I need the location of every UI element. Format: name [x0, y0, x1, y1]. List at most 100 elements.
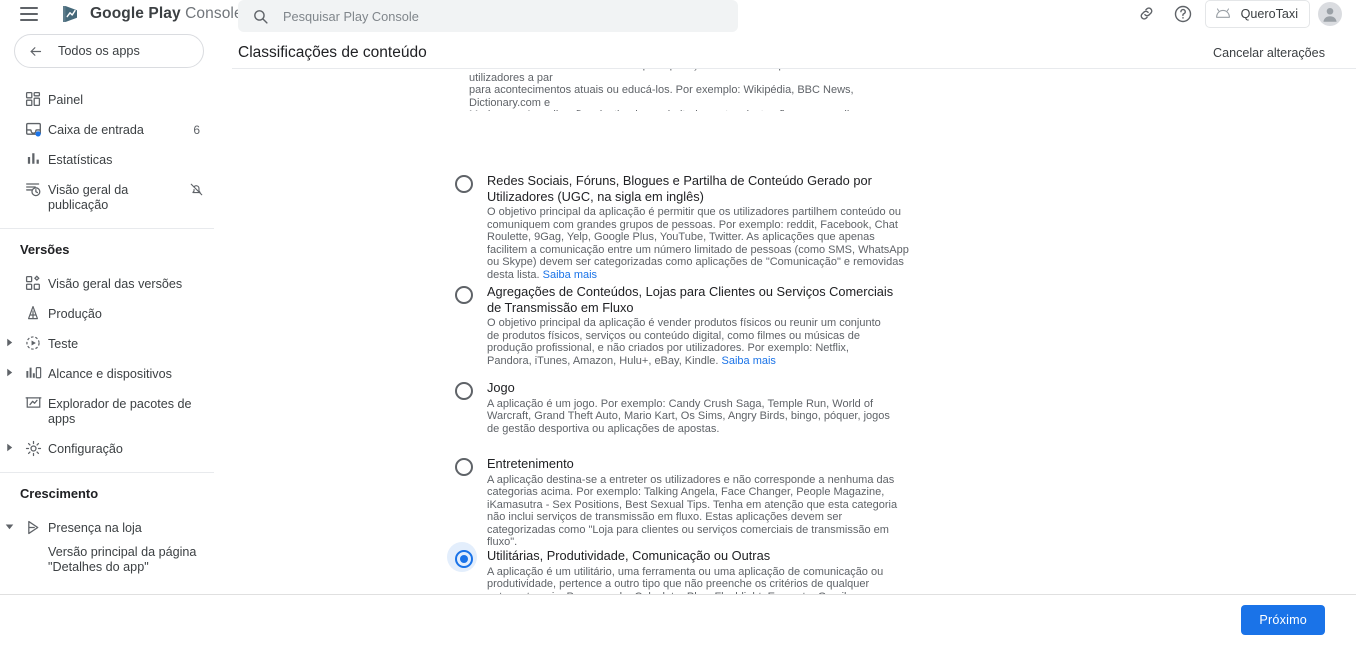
caret-placeholder — [0, 146, 18, 154]
caret-placeholder — [0, 86, 18, 94]
option-description: O objetivo principal da aplicação é vend… — [487, 317, 895, 367]
link-icon[interactable] — [1129, 0, 1165, 28]
sidebar-label: Alcance e dispositivos — [48, 367, 172, 381]
option-description: A aplicação é um utilitário, uma ferrame… — [487, 566, 895, 595]
no-bell-icon[interactable] — [189, 176, 204, 197]
sidebar-section-versoes: Versões — [20, 242, 70, 257]
brand-light: Console — [185, 4, 243, 22]
caret-placeholder — [0, 390, 18, 398]
option-title: Agregações de Conteúdos, Lojas para Clie… — [487, 284, 894, 315]
sidebar-item-teste[interactable]: Teste — [0, 326, 214, 356]
option-description: A aplicação é um jogo. Por exemplo: Cand… — [487, 397, 890, 435]
sidebar-item-configuracao[interactable]: Configuração — [0, 431, 214, 461]
option-description-text: A aplicação é um utilitário, uma ferrame… — [487, 565, 884, 595]
sidebar-subitem-versao-principal-detalhes-do-app[interactable]: Versão principal da página "Detalhes do … — [0, 540, 214, 575]
sidebar-label: Presença na loja — [48, 521, 142, 535]
cancel-changes-button[interactable]: Cancelar alterações — [1213, 46, 1325, 60]
sidebar-item-presenca-na-loja[interactable]: Presença na loja — [0, 510, 214, 540]
bar-chart-icon — [18, 146, 48, 166]
option-description-text: O objetivo principal da aplicação é vend… — [487, 317, 881, 367]
top-app-bar: Google Play Console Pesquisar Play Conso… — [0, 0, 1356, 32]
sidebar-item-estatisticas[interactable]: Estatísticas — [0, 142, 214, 172]
dashboard-icon — [18, 86, 48, 107]
content-scroll-area[interactable]: a atualidade ou a educar. Por exemplo: a… — [214, 69, 1356, 594]
testing-icon — [18, 330, 48, 351]
radio-option-utilities[interactable]: Utilitárias, Produtividade, Comunicação … — [447, 542, 895, 595]
clipped-ghost-line: a atualidade ou a educar. Por exemplo: a… — [469, 69, 851, 84]
sidebar-label: Configuração — [48, 442, 123, 456]
app-bundle-explorer-icon — [18, 390, 48, 410]
setup-gear-icon — [18, 435, 48, 457]
caret-placeholder — [0, 176, 18, 184]
brand-text: Google Play Console — [90, 5, 243, 23]
option-title: Utilitárias, Produtividade, Comunicação … — [487, 548, 771, 563]
arrow-left-icon — [27, 44, 44, 59]
radio-entertainment[interactable] — [455, 458, 473, 476]
option-description: O objetivo principal da aplicação é perm… — [487, 206, 910, 282]
android-robot-icon — [1214, 7, 1232, 20]
clipped-line-1: para acontecimentos atuais ou educá-los.… — [469, 84, 854, 109]
caret-placeholder — [0, 116, 18, 124]
chevron-down-icon[interactable] — [0, 514, 18, 531]
play-console-window: Google Play Console Pesquisar Play Conso… — [0, 0, 1356, 645]
sidebar-label: Painel — [48, 93, 84, 107]
brand-bold: Google Play — [90, 4, 181, 22]
bottom-action-bar: Próximo — [0, 594, 1356, 645]
chevron-right-icon[interactable] — [0, 435, 18, 452]
sidebar-label: Caixa de entrada — [48, 123, 144, 137]
top-bar-actions: QueroTaxi — [1129, 0, 1346, 28]
radio-game[interactable] — [455, 382, 473, 400]
learn-more-link[interactable]: Saiba mais — [722, 355, 776, 367]
radio-option-entertainment[interactable]: Entretenimento A aplicação destina-se a … — [455, 456, 900, 549]
next-button[interactable]: Próximo — [1241, 605, 1325, 635]
radio-ugc[interactable] — [455, 175, 473, 193]
learn-more-link[interactable]: Saiba mais — [543, 269, 597, 281]
radio-aggregators[interactable] — [455, 286, 473, 304]
option-description: A aplicação destina-se a entreter os uti… — [487, 473, 898, 549]
sidebar-label: Produção — [48, 307, 102, 321]
sidebar-label: Visão geral das versões — [48, 277, 183, 291]
sidebar-item-painel[interactable]: Painel — [0, 82, 214, 112]
sidebar-item-producao[interactable]: Produção — [0, 296, 214, 326]
store-presence-icon — [18, 514, 48, 536]
radio-option-game[interactable]: Jogo A aplicação é um jogo. Por exemplo:… — [455, 380, 900, 435]
clipped-previous-option-description: a atualidade ou a educar. Por exemplo: a… — [469, 69, 899, 111]
sidebar-label: Explorador de pacotes de apps — [48, 397, 192, 426]
search-box[interactable] — [238, 0, 738, 32]
radio-utilities[interactable] — [455, 550, 473, 568]
inbox-badge-count: 6 — [193, 123, 200, 137]
sidebar-item-caixa-de-entrada[interactable]: Caixa de entrada 6 — [0, 112, 214, 142]
sidebar-item-visao-geral-da-publicacao[interactable]: Visão geral da publicação — [0, 172, 214, 217]
help-circle-icon[interactable] — [1165, 0, 1201, 28]
radio-option-aggregators[interactable]: Agregações de Conteúdos, Lojas para Clie… — [455, 284, 895, 367]
sidebar-item-visao-geral-das-versoes[interactable]: Visão geral das versões — [0, 266, 214, 296]
option-title: Entretenimento — [487, 456, 574, 471]
caret-placeholder — [0, 300, 18, 308]
app-chip-label: QueroTaxi — [1240, 6, 1298, 21]
page-header: Classificações de conteúdo Cancelar alte… — [214, 27, 1356, 69]
sidebar-item-explorador-de-pacotes-de-apps[interactable]: Explorador de pacotes de apps — [0, 386, 214, 431]
chevron-right-icon[interactable] — [0, 360, 18, 377]
chevron-right-icon[interactable] — [0, 330, 18, 347]
hamburger-icon[interactable] — [20, 6, 38, 21]
all-apps-button[interactable]: Todos os apps — [14, 34, 204, 68]
inbox-icon — [18, 116, 48, 138]
all-apps-label: Todos os apps — [58, 44, 140, 58]
clipped-line-2: Medscape. As aplicações destinadas maior… — [469, 109, 899, 111]
radio-option-ugc[interactable]: Redes Sociais, Fóruns, Blogues e Partilh… — [455, 173, 910, 282]
search-input[interactable] — [283, 8, 703, 24]
production-icon — [18, 300, 48, 321]
sidebar-label: Visão geral da publicação — [48, 183, 129, 212]
reach-devices-icon — [18, 360, 48, 380]
sidebar-label: Estatísticas — [48, 153, 113, 167]
brand-logo-link[interactable]: Google Play Console — [60, 4, 243, 24]
sidebar-item-alcance-e-dispositivos[interactable]: Alcance e dispositivos — [0, 356, 214, 386]
publishing-clock-icon — [18, 176, 48, 198]
google-play-logo-icon — [60, 4, 82, 24]
page-title: Classificações de conteúdo — [238, 44, 427, 61]
app-selector-chip[interactable]: QueroTaxi — [1204, 0, 1310, 28]
left-sidebar: Todos os apps Painel Caixa de entrada 6 … — [0, 27, 214, 594]
option-title: Jogo — [487, 380, 515, 395]
account-avatar-icon[interactable] — [1318, 1, 1342, 26]
caret-placeholder — [0, 270, 18, 278]
